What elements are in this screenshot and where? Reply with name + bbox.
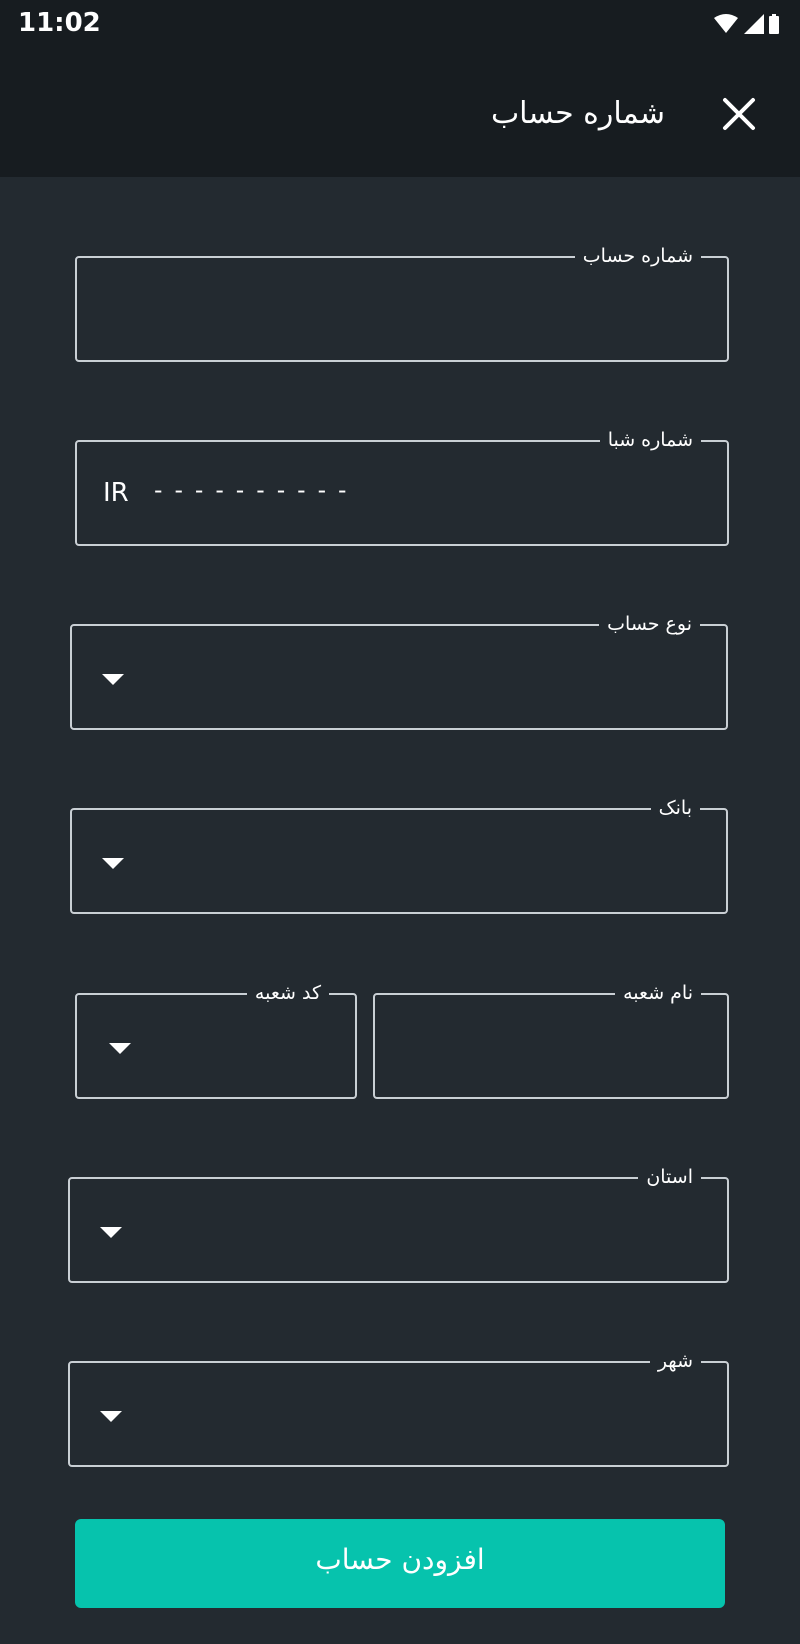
account-number-field[interactable]: شماره حساب <box>75 243 729 362</box>
province-dropdown[interactable]: استان <box>68 1164 729 1283</box>
close-icon[interactable] <box>720 95 758 133</box>
city-dropdown[interactable]: شهر <box>68 1348 729 1467</box>
add-account-button-label: افزودن حساب <box>315 1543 485 1576</box>
page-title: شماره حساب <box>490 96 665 131</box>
iban-mask: ---------- <box>151 476 356 504</box>
status-time: 11:02 <box>18 8 101 38</box>
branch-name-label: نام شعبه <box>615 980 701 1006</box>
cellular-signal-icon <box>744 14 764 34</box>
dropdown-arrow-icon <box>109 1043 131 1054</box>
province-label: استان <box>638 1164 701 1190</box>
sheba-field[interactable]: شماره شبا IR ---------- <box>75 427 729 546</box>
city-label: شهر <box>649 1348 701 1374</box>
account-number-label: شماره حساب <box>574 243 701 269</box>
bank-dropdown[interactable]: بانک <box>70 795 728 914</box>
status-icons <box>714 13 784 37</box>
app-bar: شماره حساب <box>0 50 800 177</box>
branch-code-dropdown[interactable]: کد شعبه <box>75 980 357 1099</box>
status-bar: 11:02 <box>0 0 800 50</box>
close-button[interactable] <box>720 95 758 133</box>
sheba-label: شماره شبا <box>599 427 701 453</box>
dropdown-arrow-icon <box>102 858 124 869</box>
account-type-dropdown[interactable]: نوع حساب <box>70 611 728 730</box>
account-type-label: نوع حساب <box>599 611 700 637</box>
branch-name-field[interactable]: نام شعبه <box>373 980 729 1099</box>
wifi-icon <box>714 14 738 33</box>
dropdown-arrow-icon <box>100 1227 122 1238</box>
iban-prefix: IR <box>103 478 129 508</box>
dropdown-arrow-icon <box>102 674 124 685</box>
branch-code-label: کد شعبه <box>246 980 329 1006</box>
dropdown-arrow-icon <box>100 1411 122 1422</box>
add-account-button[interactable]: افزودن حساب <box>75 1519 725 1608</box>
battery-icon <box>769 14 779 34</box>
bank-label: بانک <box>650 795 700 821</box>
